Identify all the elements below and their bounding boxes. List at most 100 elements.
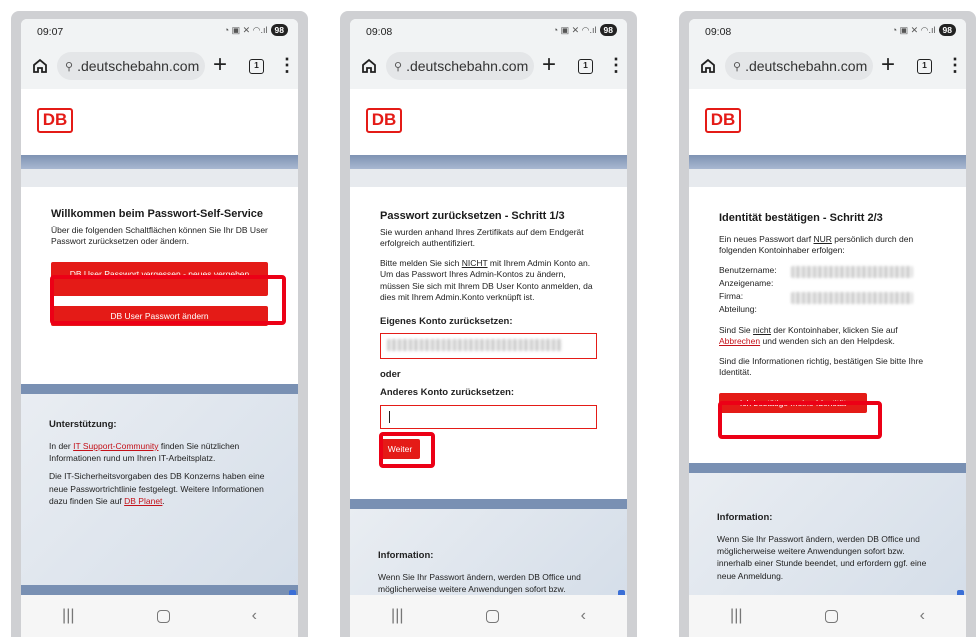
status-bar: 09:08 ◔ ▣ ✕ ◠.ıl 98 xyxy=(689,19,966,45)
back-icon[interactable]: ‹ xyxy=(920,607,925,625)
redacted-display-name xyxy=(790,291,913,304)
db-logo[interactable]: DB xyxy=(37,108,73,133)
header-stripe xyxy=(21,155,298,169)
home-icon[interactable] xyxy=(31,57,49,75)
highlight-box xyxy=(379,432,435,468)
back-icon[interactable]: ‹ xyxy=(581,607,586,625)
site-settings-icon[interactable]: ⚲ xyxy=(65,60,73,73)
battery-badge: 98 xyxy=(938,24,956,36)
more-menu-icon[interactable]: ⋮ xyxy=(278,55,296,75)
address-bar[interactable]: ⚲ .deutschebahn.com xyxy=(386,52,534,80)
more-menu-icon[interactable]: ⋮ xyxy=(946,55,964,75)
auth-text: Sie wurden anhand Ihres Zertifikats auf … xyxy=(380,226,584,249)
wifi-icon: ◔ ▣ ✕ ◠.ıl xyxy=(223,24,268,35)
info-box: Information: Wenn Sie Ihr Passwort änder… xyxy=(689,463,966,597)
tab-switcher-icon[interactable]: 1 xyxy=(578,59,593,74)
text-caret xyxy=(389,411,390,424)
header-stripe xyxy=(689,155,966,169)
owner-text: Ein neues Passwort darf NUR persönlich d… xyxy=(719,233,914,256)
other-account-input[interactable] xyxy=(380,405,597,430)
status-bar: 09:07 ◔ ▣ ✕ ◠.ıl 98 xyxy=(21,19,298,45)
db-logo[interactable]: DB xyxy=(366,108,402,133)
android-nav-bar: ||| ‹ xyxy=(350,595,627,637)
phone-screen-1: 09:07 ◔ ▣ ✕ ◠.ıl 98 ⚲ .deutschebahn.com +… xyxy=(21,19,298,637)
new-tab-icon[interactable]: + xyxy=(213,52,227,78)
account-details: Benutzername: Anzeigename: Firma: Abteil… xyxy=(719,265,936,317)
info-title: Information: xyxy=(717,512,773,523)
status-time: 09:08 xyxy=(705,26,732,38)
home-icon[interactable] xyxy=(360,57,378,75)
phone-frame-2: 09:08 ◔ ▣ ✕ ◠.ıl 98 ⚲ .deutschebahn.com +… xyxy=(340,11,637,637)
address-bar[interactable]: ⚲ .deutschebahn.com xyxy=(725,52,873,80)
department-label: Abteilung: xyxy=(719,303,757,314)
status-icons: ◔ ▣ ✕ ◠.ıl 98 xyxy=(553,24,617,36)
new-tab-icon[interactable]: + xyxy=(542,52,556,78)
wifi-icon: ◔ ▣ ✕ ◠.ıl xyxy=(552,24,597,35)
browser-toolbar: ⚲ .deutschebahn.com + 1 ⋮ xyxy=(350,45,627,89)
tab-switcher-icon[interactable]: 1 xyxy=(917,59,932,74)
support-box: Unterstützung: In der IT Support-Communi… xyxy=(21,384,298,597)
other-account-label: Anderes Konto zurücksetzen: xyxy=(380,387,515,399)
new-tab-icon[interactable]: + xyxy=(881,52,895,78)
nav-home-icon[interactable] xyxy=(485,609,499,623)
header-stripe xyxy=(350,155,627,169)
username-label: Benutzername: xyxy=(719,264,777,275)
wifi-icon: ◔ ▣ ✕ ◠.ıl xyxy=(891,24,936,35)
browser-toolbar: ⚲ .deutschebahn.com + 1 ⋮ xyxy=(21,45,298,89)
back-icon[interactable]: ‹ xyxy=(252,607,257,625)
android-nav-bar: ||| ‹ xyxy=(21,595,298,637)
own-account-label: Eigenes Konto zurücksetzen: xyxy=(380,315,513,327)
company-label: Firma: xyxy=(719,290,744,301)
site-settings-icon[interactable]: ⚲ xyxy=(733,60,741,73)
header-shadow xyxy=(21,169,298,187)
db-logo[interactable]: DB xyxy=(705,108,741,133)
recents-icon[interactable]: ||| xyxy=(391,607,403,625)
page-title: Willkommen beim Passwort-Self-Service xyxy=(51,208,264,220)
header-shadow xyxy=(350,169,627,187)
tab-switcher-icon[interactable]: 1 xyxy=(249,59,264,74)
status-bar: 09:08 ◔ ▣ ✕ ◠.ıl 98 xyxy=(350,19,627,45)
it-support-link[interactable]: IT Support-Community xyxy=(73,441,158,451)
cancel-link[interactable]: Abbrechen xyxy=(719,336,760,346)
more-menu-icon[interactable]: ⋮ xyxy=(607,55,625,75)
url-text: .deutschebahn.com xyxy=(745,58,868,74)
support-title: Unterstützung: xyxy=(49,419,117,430)
reset-card: Passwort zurücksetzen - Schritt 1/3 Sie … xyxy=(366,187,611,460)
recents-icon[interactable]: ||| xyxy=(730,607,742,625)
phone-frame-1: 09:07 ◔ ▣ ✕ ◠.ıl 98 ⚲ .deutschebahn.com +… xyxy=(11,11,308,637)
highlight-box xyxy=(718,401,882,439)
status-time: 09:08 xyxy=(366,26,393,38)
identity-card: Identität bestätigen - Schritt 2/3 Ein n… xyxy=(705,187,950,413)
db-planet-link[interactable]: DB Planet xyxy=(124,496,162,506)
support-text-2: Die IT-Sicherheitsvorgaben des DB Konzer… xyxy=(49,471,265,507)
site-settings-icon[interactable]: ⚲ xyxy=(394,60,402,73)
android-nav-bar: ||| ‹ xyxy=(689,595,966,637)
info-box: Information: Wenn Sie Ihr Passwort änder… xyxy=(350,499,627,606)
detail-labels: Benutzername: Anzeigename: Firma: Abteil… xyxy=(719,265,777,317)
info-title: Information: xyxy=(378,550,434,561)
display-name-label: Anzeigename: xyxy=(719,277,774,288)
url-text: .deutschebahn.com xyxy=(77,58,200,74)
info-text: Wenn Sie Ihr Passwort ändern, werden DB … xyxy=(717,533,927,581)
status-icons: ◔ ▣ ✕ ◠.ıl 98 xyxy=(892,24,956,36)
or-label: oder xyxy=(380,369,401,381)
status-time: 09:07 xyxy=(37,26,64,38)
redacted-account-name xyxy=(387,339,562,352)
browser-toolbar: ⚲ .deutschebahn.com + 1 ⋮ xyxy=(689,45,966,89)
highlight-box xyxy=(50,275,286,325)
nav-home-icon[interactable] xyxy=(824,609,838,623)
phone-screen-2: 09:08 ◔ ▣ ✕ ◠.ıl 98 ⚲ .deutschebahn.com +… xyxy=(350,19,627,637)
battery-badge: 98 xyxy=(599,24,617,36)
own-account-field[interactable] xyxy=(380,333,597,360)
page-title: Passwort zurücksetzen - Schritt 1/3 xyxy=(380,210,565,222)
address-bar[interactable]: ⚲ .deutschebahn.com xyxy=(57,52,205,80)
not-owner-text: Sind Sie nicht der Kontoinhaber, klicken… xyxy=(719,324,898,347)
nav-home-icon[interactable] xyxy=(156,609,170,623)
url-text: .deutschebahn.com xyxy=(406,58,529,74)
recents-icon[interactable]: ||| xyxy=(62,607,74,625)
admin-warning-text: Bitte melden Sie sich NICHT mit Ihrem Ad… xyxy=(380,257,593,303)
home-icon[interactable] xyxy=(699,57,717,75)
redacted-username xyxy=(790,265,913,278)
intro-text: Über die folgenden Schaltflächen können … xyxy=(51,224,268,247)
battery-badge: 98 xyxy=(270,24,288,36)
